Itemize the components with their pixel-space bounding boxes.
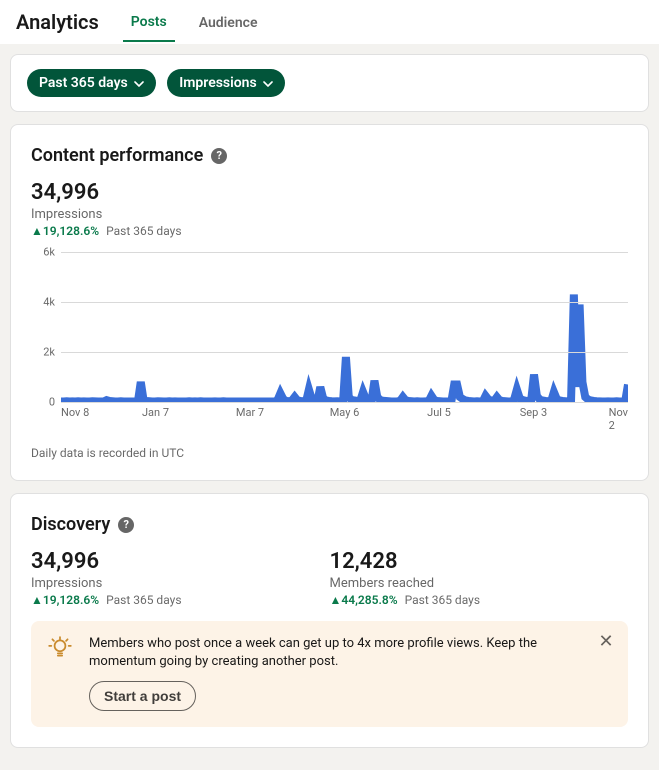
lightbulb-icon <box>47 635 73 665</box>
stat-change: ▲44,285.8% Past 365 days <box>330 593 629 607</box>
stat-value: 34,996 <box>31 549 330 574</box>
chart-line <box>61 294 628 401</box>
delta-up-icon: ▲ <box>31 224 43 238</box>
stat-delta: 19,128.6% <box>43 593 99 607</box>
grid-line <box>61 252 628 253</box>
performance-period: Past 365 days <box>106 224 181 238</box>
chart-x-axis: Nov 8Jan 7Mar 7May 6Jul 5Sep 3Nov 2 <box>61 406 628 422</box>
tab-audience[interactable]: Audience <box>191 3 266 41</box>
tip-banner: ✕ Members who post once a week can get u… <box>31 621 628 727</box>
discovery-card: Discovery ? 34,996 Impressions ▲19,128.6… <box>10 493 649 748</box>
performance-label: Impressions <box>31 207 628 222</box>
stat-period: Past 365 days <box>106 593 181 607</box>
x-tick-label: Nov 8 <box>61 406 89 419</box>
x-tick-label: Jul 5 <box>427 406 451 419</box>
page-title: Analytics <box>16 10 99 34</box>
discovery-stats: 34,996 Impressions ▲19,128.6% Past 365 d… <box>31 549 628 607</box>
close-icon[interactable]: ✕ <box>594 629 618 653</box>
performance-title: Content performance <box>31 145 203 166</box>
discovery-stat-impressions: 34,996 Impressions ▲19,128.6% Past 365 d… <box>31 549 330 607</box>
chart-line-svg <box>61 252 628 402</box>
chevron-down-icon <box>263 75 273 91</box>
y-tick-label: 6k <box>43 246 55 259</box>
filter-date-label: Past 365 days <box>39 75 128 91</box>
chart-y-axis: 02k4k6k <box>31 252 57 402</box>
x-tick-label: Mar 7 <box>236 406 264 419</box>
delta-up-icon: ▲ <box>330 593 342 607</box>
y-tick-label: 0 <box>49 396 55 409</box>
grid-line <box>61 402 628 403</box>
stat-change: ▲19,128.6% Past 365 days <box>31 593 330 607</box>
performance-stat: 34,996 Impressions ▲19,128.6% Past 365 d… <box>31 180 628 238</box>
delta-up-icon: ▲ <box>31 593 43 607</box>
stat-value: 12,428 <box>330 549 629 574</box>
stat-delta: 44,285.8% <box>341 593 397 607</box>
x-tick-label: Sep 3 <box>520 406 547 419</box>
discovery-stat-members: 12,428 Members reached ▲44,285.8% Past 3… <box>330 549 629 607</box>
header: Analytics Posts Audience <box>0 0 659 44</box>
filters-card: Past 365 days Impressions <box>10 54 649 112</box>
tip-text: Members who post once a week can get up … <box>89 635 588 671</box>
performance-value: 34,996 <box>31 180 628 205</box>
performance-chart: 02k4k6k Nov 8Jan 7Mar 7May 6Jul 5Sep 3No… <box>31 252 628 422</box>
filter-metric-label: Impressions <box>179 75 256 91</box>
discovery-head: Discovery ? <box>31 514 628 535</box>
x-tick-label: May 6 <box>330 406 360 419</box>
chart-plot <box>61 252 628 402</box>
x-tick-label: Nov 2 <box>609 406 628 432</box>
content: Past 365 days Impressions Content perfor… <box>0 44 659 770</box>
help-icon[interactable]: ? <box>118 517 134 533</box>
stat-label: Impressions <box>31 576 330 591</box>
stat-label: Members reached <box>330 576 629 591</box>
performance-change: ▲19,128.6% Past 365 days <box>31 224 628 238</box>
discovery-title: Discovery <box>31 514 110 535</box>
tab-posts[interactable]: Posts <box>123 2 175 42</box>
performance-delta: 19,128.6% <box>43 224 99 238</box>
y-tick-label: 4k <box>43 296 55 309</box>
help-icon[interactable]: ? <box>211 148 227 164</box>
grid-line <box>61 352 628 353</box>
tip-actions: Start a post <box>89 681 588 711</box>
performance-card: Content performance ? 34,996 Impressions… <box>10 124 649 481</box>
x-tick-label: Jan 7 <box>142 406 169 419</box>
grid-line <box>61 302 628 303</box>
stat-period: Past 365 days <box>405 593 480 607</box>
filter-metric[interactable]: Impressions <box>167 69 284 97</box>
chevron-down-icon <box>134 75 144 91</box>
start-post-button[interactable]: Start a post <box>89 681 196 711</box>
filter-date-range[interactable]: Past 365 days <box>27 69 156 97</box>
y-tick-label: 2k <box>43 346 55 359</box>
performance-head: Content performance ? <box>31 145 628 166</box>
chart-note: Daily data is recorded in UTC <box>31 446 628 460</box>
